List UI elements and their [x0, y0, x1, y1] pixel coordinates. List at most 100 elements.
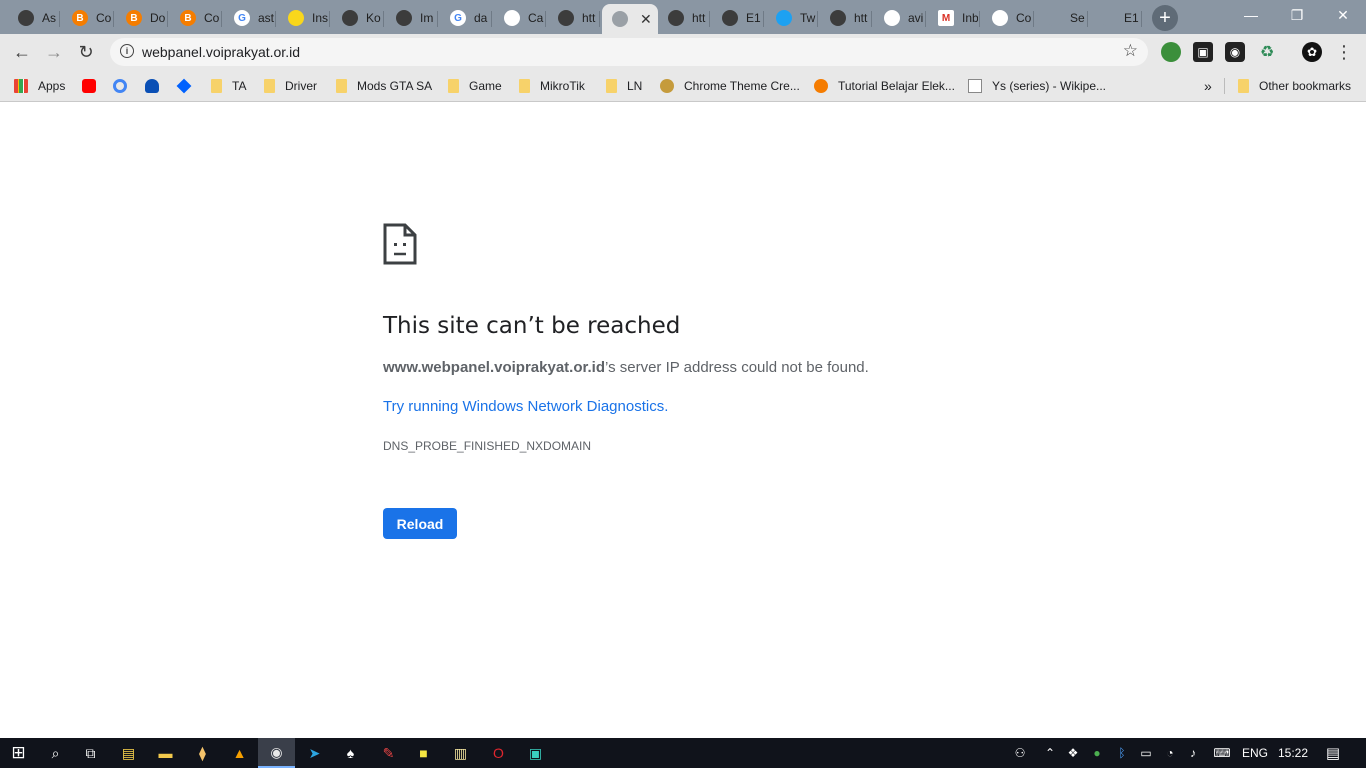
extension-glasses-icon[interactable]: ◉: [1225, 42, 1245, 62]
extension-cube-icon[interactable]: ▣: [1193, 42, 1213, 62]
tab[interactable]: B Do: [116, 4, 168, 32]
tab-title: E1: [746, 11, 761, 25]
sticky-notes-icon[interactable]: ■: [405, 738, 442, 768]
error-title: This site can’t be reached: [383, 313, 681, 339]
url-text[interactable]: webpanel.voiprakyat.or.id: [142, 44, 300, 60]
profile-avatar[interactable]: ✿: [1302, 42, 1322, 62]
tab-title: Tw: [800, 11, 816, 25]
tab-title: ast: [258, 11, 274, 25]
tab[interactable]: htt: [820, 4, 872, 32]
tab[interactable]: Ca: [494, 4, 546, 32]
tab[interactable]: E1: [712, 4, 764, 32]
chrome-taskbar-icon[interactable]: ◉: [258, 738, 295, 768]
globe-icon: [18, 10, 34, 26]
bookmark-item[interactable]: TA: [211, 76, 246, 96]
extension-recycle-icon[interactable]: ♻: [1257, 42, 1277, 62]
network-diagnostics-link[interactable]: Try running Windows Network Diagnostics.: [383, 398, 668, 415]
wifi-icon[interactable]: ◔: [1160, 738, 1180, 768]
chrome-menu-icon[interactable]: ⋮: [1334, 42, 1354, 62]
tab[interactable]: B Co: [62, 4, 114, 32]
tab[interactable]: htt: [548, 4, 600, 32]
tab[interactable]: Se: [1036, 4, 1088, 32]
folder-icon: [448, 79, 459, 93]
tab[interactable]: Gast: [224, 4, 276, 32]
folder-icon: [519, 79, 530, 93]
telegram-icon[interactable]: ➤: [296, 738, 333, 768]
tab[interactable]: Co: [982, 4, 1034, 32]
task-view-icon[interactable]: ⧉: [72, 738, 109, 768]
new-tab-button[interactable]: +: [1152, 5, 1178, 31]
bluetooth-icon[interactable]: ᛒ: [1112, 738, 1132, 768]
tab[interactable]: As: [8, 4, 60, 32]
tab[interactable]: Gda: [440, 4, 492, 32]
tab[interactable]: htt: [658, 4, 710, 32]
keyboard-icon[interactable]: ⌨: [1208, 738, 1236, 768]
battery-icon[interactable]: ▭: [1136, 738, 1156, 768]
notepad-icon[interactable]: ▥: [442, 738, 479, 768]
tray-globe-icon[interactable]: ●: [1087, 738, 1107, 768]
tab[interactable]: avi: [874, 4, 926, 32]
sad-page-icon: [383, 223, 417, 265]
restore-button[interactable]: ❐: [1274, 0, 1320, 30]
close-tab-icon[interactable]: ✕: [640, 12, 652, 26]
winrar-icon[interactable]: ⧫: [184, 738, 221, 768]
reload-page-button[interactable]: Reload: [383, 508, 457, 539]
other-bookmarks-label: Other bookmarks: [1259, 79, 1352, 93]
back-button[interactable]: ←: [8, 38, 36, 66]
bookmark-item[interactable]: Ys (series) - Wikipe...: [968, 76, 1106, 96]
bookmark-item[interactable]: [113, 76, 137, 96]
extension-globe-icon[interactable]: [1161, 42, 1181, 62]
generic-app-icon[interactable]: ▣: [517, 738, 554, 768]
site-info-icon[interactable]: i: [120, 44, 134, 58]
tab[interactable]: Im: [386, 4, 438, 32]
bookmark-star-icon[interactable]: ☆: [1123, 41, 1138, 61]
dropbox-tray-icon[interactable]: ❖: [1063, 738, 1083, 768]
language-indicator[interactable]: ENG: [1240, 738, 1270, 768]
tab[interactable]: E1: [1090, 4, 1142, 32]
tab-title: Co: [1016, 11, 1032, 25]
bookmark-item[interactable]: Tutorial Belajar Elek...: [814, 76, 955, 96]
other-bookmarks-folder[interactable]: Other bookmarks: [1238, 76, 1351, 96]
address-bar[interactable]: i webpanel.voiprakyat.or.id ☆: [110, 38, 1148, 66]
globe-icon: [722, 10, 738, 26]
bookmarks-overflow-button[interactable]: »: [1204, 76, 1212, 96]
bookmark-item[interactable]: Apps: [14, 76, 65, 96]
bookmark-item[interactable]: Game: [448, 76, 502, 96]
bookmark-item[interactable]: LN: [606, 76, 642, 96]
minimize-button[interactable]: —: [1228, 0, 1274, 30]
close-window-button[interactable]: ✕: [1320, 0, 1366, 30]
tab[interactable]: M Inb: [928, 4, 980, 32]
people-icon[interactable]: ⚇: [1008, 738, 1032, 768]
store-icon[interactable]: ▤: [110, 738, 147, 768]
bookmark-label: LN: [627, 79, 643, 93]
file-explorer-icon[interactable]: ▬: [147, 738, 184, 768]
notifications-icon[interactable]: ▤: [1320, 738, 1346, 768]
bookmark-item[interactable]: [176, 76, 201, 96]
forward-button[interactable]: →: [40, 38, 68, 66]
volume-icon[interactable]: ♪: [1183, 738, 1203, 768]
bookmark-item[interactable]: [145, 76, 169, 96]
tab[interactable]: Ins: [278, 4, 330, 32]
tab-active[interactable]: ✕: [602, 4, 658, 34]
tab[interactable]: Ko: [332, 4, 384, 32]
bookmark-item[interactable]: MikroTik: [519, 76, 585, 96]
bookmark-item[interactable]: Mods GTA SA: [336, 76, 432, 96]
tray-overflow-icon[interactable]: ⌃: [1040, 738, 1060, 768]
start-button[interactable]: ⊞: [0, 738, 37, 768]
bookmark-label: Game: [469, 79, 502, 93]
search-icon[interactable]: ⌕: [37, 738, 74, 768]
cards-game-icon[interactable]: ♠: [332, 738, 369, 768]
clock[interactable]: 15:22: [1274, 738, 1312, 768]
tab[interactable]: B Co: [170, 4, 222, 32]
reload-button[interactable]: ↻: [72, 38, 100, 66]
bookmark-item[interactable]: Driver: [264, 76, 317, 96]
warning-app-icon[interactable]: ▲: [221, 738, 258, 768]
bookmark-item[interactable]: [82, 76, 106, 96]
bookmark-item[interactable]: Chrome Theme Cre...: [660, 76, 800, 96]
tab[interactable]: Tw: [766, 4, 818, 32]
tab-separator: [383, 11, 384, 27]
tab-title: da: [474, 11, 488, 25]
paint-icon[interactable]: ✎: [370, 738, 407, 768]
opera-icon[interactable]: O: [480, 738, 517, 768]
bookmark-label: Tutorial Belajar Elek...: [838, 79, 955, 93]
